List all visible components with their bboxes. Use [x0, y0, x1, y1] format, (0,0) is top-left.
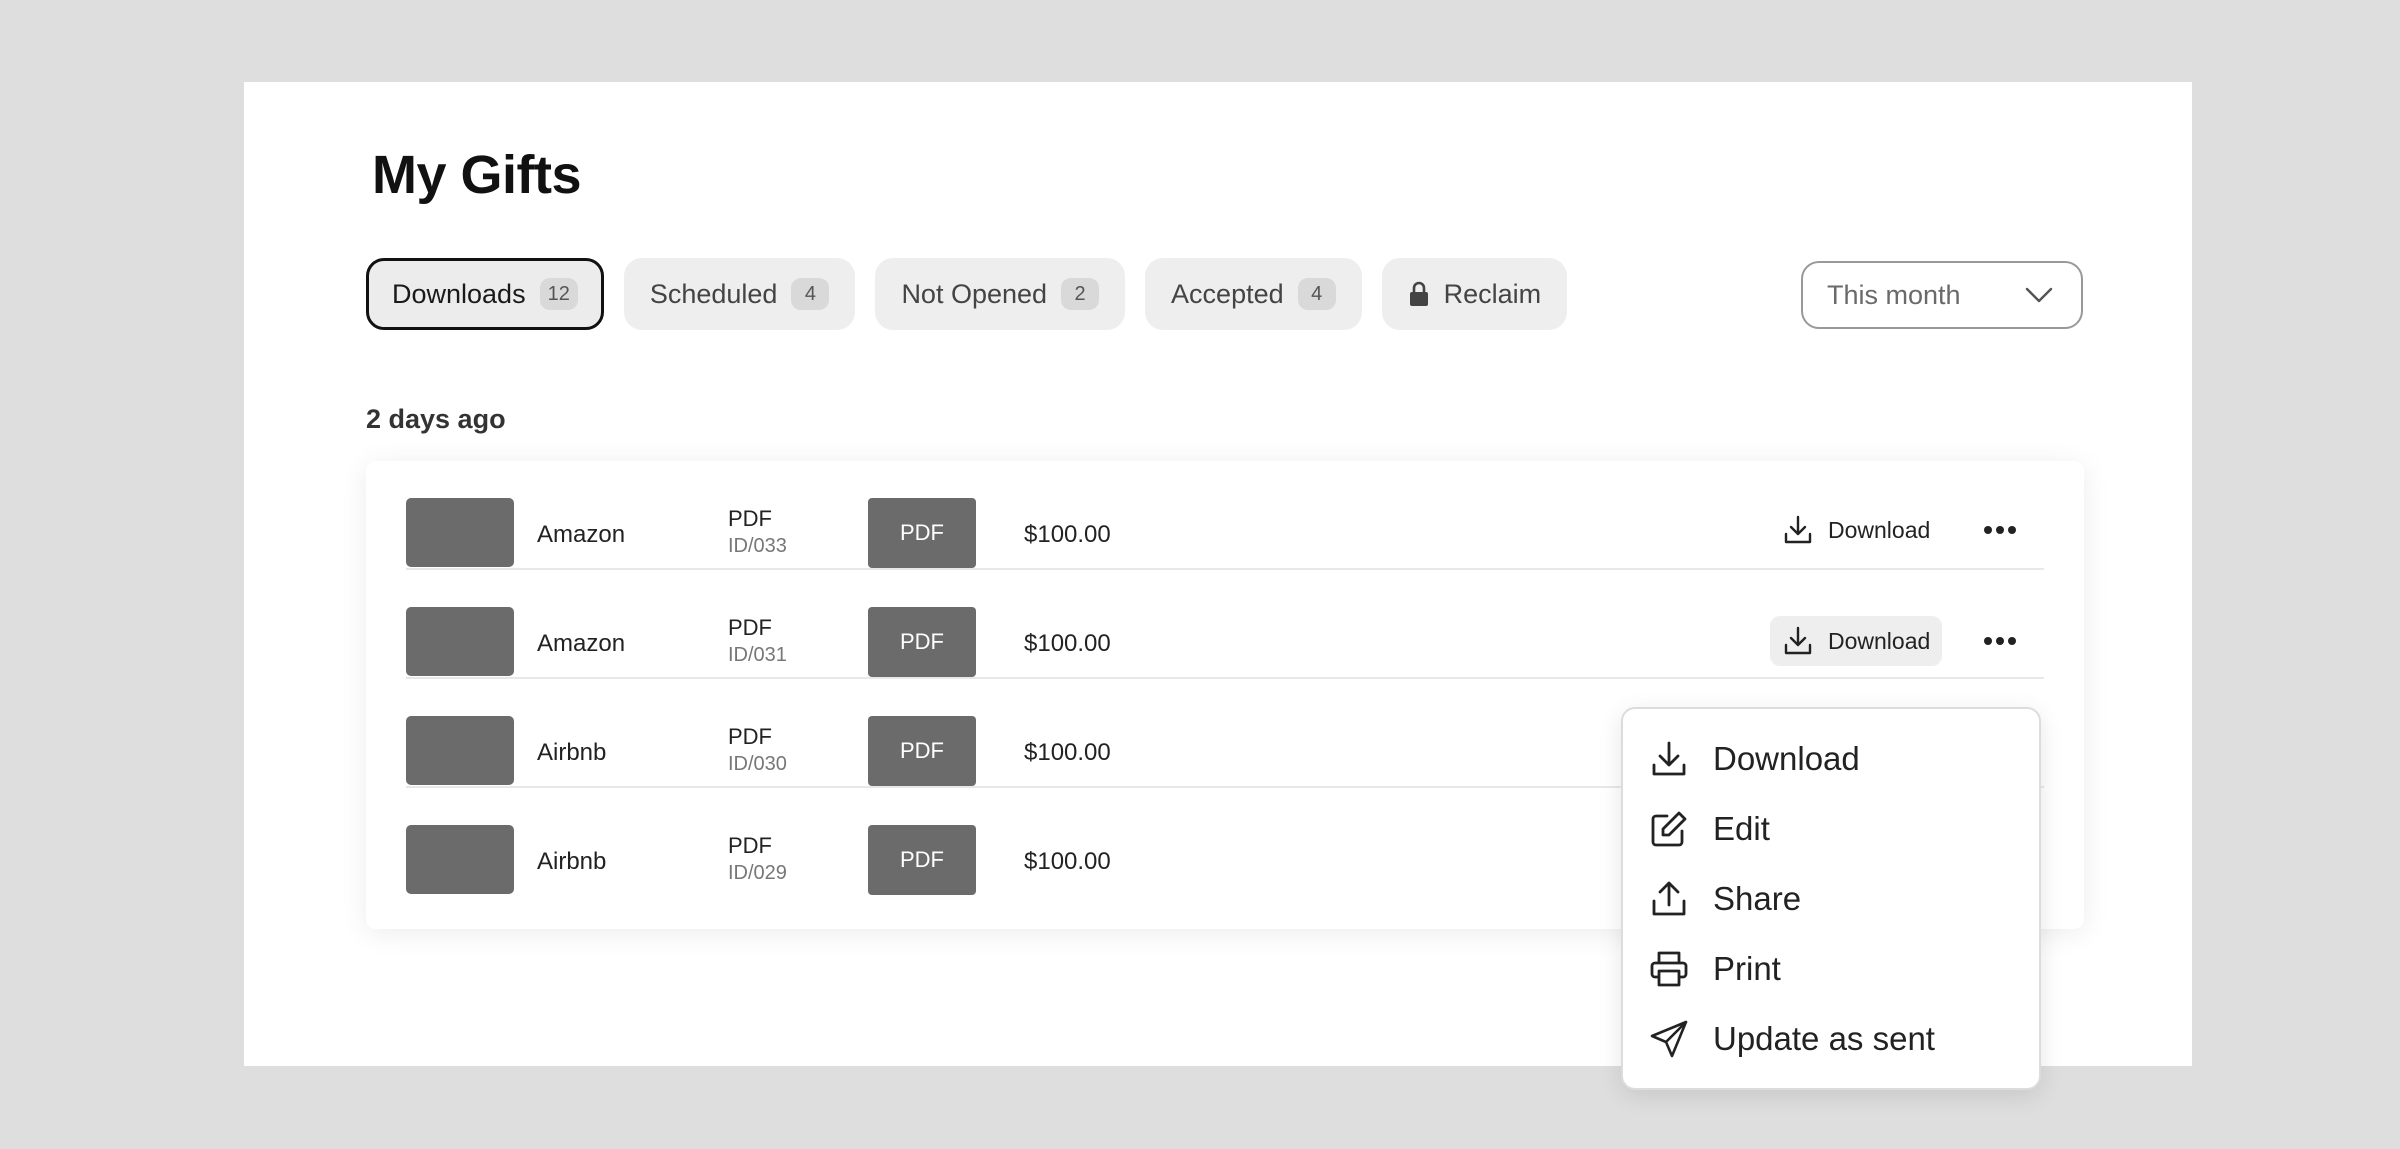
pdf-preview-tile[interactable]: PDF: [868, 607, 976, 677]
menu-item-download[interactable]: Download: [1649, 733, 1860, 785]
gift-brand: Airbnb: [537, 848, 607, 875]
tab-count-badge: 12: [539, 278, 578, 310]
gift-brand: Airbnb: [537, 739, 607, 766]
download-icon: [1652, 741, 1686, 776]
more-horizontal-icon: [1984, 526, 2016, 534]
gift-id: ID/031: [728, 644, 787, 666]
gift-id: ID/029: [728, 862, 787, 884]
share-icon: [1652, 881, 1686, 916]
more-horizontal-icon: [1984, 637, 2016, 645]
lock-icon: [1409, 281, 1428, 306]
tab-reclaim[interactable]: Reclaim: [1381, 258, 1568, 330]
tab-bar: Downloads 12 Scheduled 4 Not Opened 2 Ac…: [366, 258, 1568, 330]
date-filter-value: This month: [1827, 279, 1961, 310]
more-options-button[interactable]: [1980, 510, 2020, 550]
gift-id: ID/030: [728, 753, 787, 775]
more-options-button[interactable]: [1980, 621, 2020, 661]
pdf-preview-tile[interactable]: PDF: [868, 498, 976, 568]
pdf-preview-tile[interactable]: PDF: [868, 716, 976, 786]
gift-thumbnail: [406, 716, 514, 785]
gift-amount: $100.00: [1024, 521, 1111, 548]
download-label: Download: [1828, 516, 1931, 543]
download-icon: [1784, 626, 1812, 655]
tab-count-badge: 2: [1061, 278, 1100, 310]
section-date-label: 2 days ago: [366, 404, 506, 434]
tab-label: Scheduled: [649, 278, 778, 309]
gift-amount: $100.00: [1024, 739, 1111, 766]
tab-label: Downloads: [392, 278, 526, 309]
gift-amount: $100.00: [1024, 848, 1111, 875]
tab-count-badge: 4: [1297, 278, 1336, 310]
tab-count-badge: 4: [791, 278, 830, 310]
page-title: My Gifts: [372, 145, 582, 205]
printer-icon: [1650, 951, 1688, 987]
menu-item-label: Share: [1713, 880, 1802, 917]
gift-thumbnail: [406, 607, 514, 676]
menu-item-edit[interactable]: Edit: [1649, 803, 1770, 855]
tab-not-opened[interactable]: Not Opened 2: [875, 258, 1126, 330]
gift-amount: $100.00: [1024, 630, 1111, 657]
gift-id: ID/033: [728, 535, 787, 557]
gift-brand: Amazon: [537, 630, 626, 657]
download-icon: [1784, 515, 1812, 544]
menu-item-label: Download: [1713, 740, 1860, 777]
gift-brand: Amazon: [537, 521, 626, 548]
row-actions-menu: Download Edit Share Print Update as sent: [1621, 707, 2041, 1090]
download-button[interactable]: Download: [1770, 616, 1943, 666]
gift-format: PDF: [728, 833, 772, 858]
tab-label: Accepted: [1171, 278, 1284, 309]
menu-item-update-as-sent[interactable]: Update as sent: [1649, 1013, 1935, 1065]
send-icon: [1650, 1020, 1688, 1058]
chevron-down-icon: [2025, 287, 2053, 303]
download-button[interactable]: Download: [1770, 505, 1942, 555]
gift-thumbnail: [406, 825, 514, 894]
tab-label: Reclaim: [1443, 278, 1542, 309]
menu-item-share[interactable]: Share: [1649, 873, 1801, 925]
menu-item-label: Print: [1713, 950, 1781, 987]
gift-format: PDF: [728, 506, 772, 531]
menu-item-label: Edit: [1713, 810, 1770, 847]
tab-label: Not Opened: [901, 278, 1048, 309]
menu-item-label: Update as sent: [1713, 1020, 1935, 1057]
gift-thumbnail: [406, 498, 514, 567]
menu-item-print[interactable]: Print: [1649, 943, 1781, 995]
tab-downloads[interactable]: Downloads 12: [366, 258, 604, 330]
pdf-preview-tile[interactable]: PDF: [868, 825, 976, 895]
gift-row[interactable]: Amazon PDF ID/033 PDF $100.00 Download: [406, 461, 2044, 570]
tab-accepted[interactable]: Accepted 4: [1145, 258, 1362, 330]
tab-scheduled[interactable]: Scheduled 4: [623, 258, 856, 330]
gift-format: PDF: [728, 615, 772, 640]
edit-icon: [1651, 811, 1687, 847]
gift-format: PDF: [728, 724, 772, 749]
gift-row[interactable]: Amazon PDF ID/031 PDF $100.00 Download: [406, 570, 2044, 679]
download-label: Download: [1828, 627, 1931, 654]
date-filter-dropdown[interactable]: This month: [1801, 261, 2083, 329]
